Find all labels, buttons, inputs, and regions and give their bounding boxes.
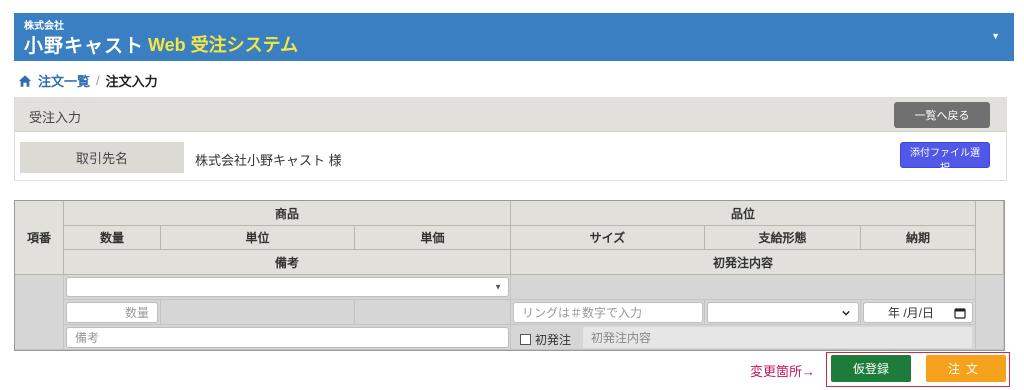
breadcrumb: 注文一覧 / 注文入力: [18, 71, 158, 90]
first-order-checkbox-label: 初発注: [535, 333, 572, 347]
header-size: サイズ: [511, 226, 705, 250]
size-placeholder: リングは＃数字で入力: [522, 306, 643, 320]
order-button[interactable]: 注文: [926, 355, 1006, 382]
header-remarks: 備考: [64, 250, 511, 275]
header-unit-price: 単価: [355, 226, 511, 250]
header-first-order-content: 初発注内容: [511, 250, 976, 275]
dropdown-arrow-icon: ▼: [494, 282, 502, 292]
size-input[interactable]: リングは＃数字で入力: [513, 302, 703, 323]
header-spacer: [976, 201, 1004, 275]
product-select[interactable]: ▼: [66, 277, 509, 297]
header-unit: 単位: [161, 226, 355, 250]
app-header: 株式会社 小野キャスト Web 受注システム ▼: [14, 13, 1014, 61]
chevron-down-icon: [842, 310, 850, 316]
header-delivery: 納期: [861, 226, 976, 250]
calendar-icon[interactable]: [954, 307, 966, 319]
user-menu-caret-icon[interactable]: ▼: [991, 31, 1000, 41]
header-supply-form: 支給形態: [705, 226, 861, 250]
home-icon[interactable]: [18, 74, 32, 88]
date-placeholder: 年 /月/日: [888, 306, 935, 320]
delivery-date-input[interactable]: 年 /月/日: [863, 302, 973, 323]
header-product: 商品: [64, 201, 511, 226]
row-unit-price-cell: [355, 300, 511, 325]
remarks-placeholder: 備考: [75, 331, 100, 345]
company-name: 小野キャスト: [24, 36, 145, 57]
breadcrumb-separator: /: [96, 73, 100, 88]
breadcrumb-current: 注文入力: [105, 74, 158, 89]
first-order-checkbox[interactable]: 初発注: [520, 331, 571, 348]
first-order-content-placeholder: 初発注内容: [591, 331, 652, 345]
checkbox-icon[interactable]: [520, 334, 531, 345]
customer-name-value: 株式会社小野キャスト 様: [195, 153, 342, 168]
supply-form-select[interactable]: [707, 302, 859, 323]
row-unit-cell: [161, 300, 355, 325]
quantity-input[interactable]: 数量: [66, 302, 158, 323]
back-to-list-button[interactable]: 一覧へ戻る: [894, 102, 990, 128]
row-spacer-cell: [976, 275, 1004, 350]
order-entry-panel: 受注入力 一覧へ戻る 取引先名 株式会社小野キャスト 様 添付ファイル選択: [14, 97, 1007, 181]
attach-file-button[interactable]: 添付ファイル選択: [900, 142, 990, 174]
order-table: 項番 商品 品位 数量 単位 単価 サイズ 支給形態 納期 備考 初発注内容 ▼…: [14, 200, 1005, 351]
remarks-input[interactable]: 備考: [66, 327, 509, 348]
system-title: Web 受注システム: [148, 35, 299, 55]
temp-register-button[interactable]: 仮登録: [831, 355, 911, 382]
company-type-label: 株式会社: [24, 21, 64, 32]
header-quality: 品位: [511, 201, 976, 226]
header-item-no: 項番: [15, 201, 64, 275]
first-order-content-input[interactable]: 初発注内容: [583, 327, 972, 348]
panel-header: 受注入力 一覧へ戻る: [15, 98, 1006, 132]
change-location-note: 変更箇所→: [750, 364, 816, 379]
customer-name-label: 取引先名: [20, 142, 184, 173]
panel-title: 受注入力: [29, 110, 82, 125]
quantity-placeholder: 数量: [124, 306, 149, 320]
row-quality-cell: [511, 275, 976, 300]
breadcrumb-order-list-link[interactable]: 注文一覧: [38, 71, 90, 90]
header-quantity: 数量: [64, 226, 161, 250]
row-item-no-cell: [15, 275, 64, 350]
